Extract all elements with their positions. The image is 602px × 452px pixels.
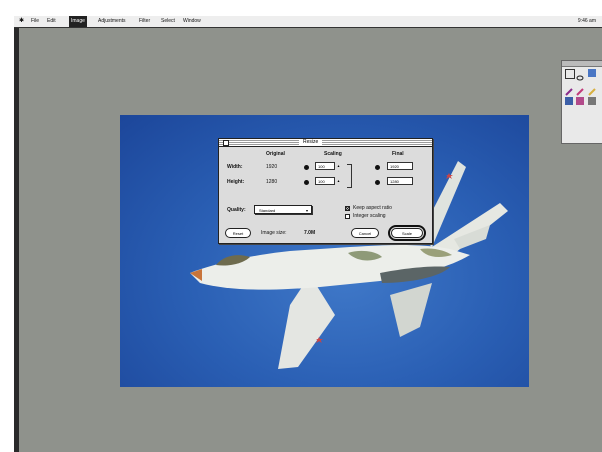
triangle-down-icon: ▾ — [305, 208, 308, 213]
width-final-field[interactable]: 1920 — [387, 162, 413, 170]
height-final-field[interactable]: 1280 — [387, 177, 413, 185]
menu-bar: ✱ File Edit Image Adjustments Filter Sel… — [14, 16, 602, 28]
link-icon[interactable] — [347, 164, 352, 188]
menu-window[interactable]: Window — [183, 16, 201, 27]
apple-menu-icon[interactable]: ✱ — [19, 16, 24, 27]
menu-edit[interactable]: Edit — [47, 16, 56, 27]
integer-scaling-label: Integer scaling — [353, 213, 386, 219]
gradient-tool-icon[interactable] — [576, 97, 584, 105]
width-original: 1920 — [266, 164, 278, 170]
image-size-value: 7.0M — [304, 230, 316, 236]
tool-palette-titlebar[interactable] — [562, 61, 602, 67]
marquee-tool-icon[interactable] — [565, 69, 575, 79]
integer-scaling-checkbox[interactable] — [345, 214, 350, 219]
image-size-label: Image size: — [261, 230, 287, 236]
brush-tool-icon[interactable] — [565, 83, 573, 96]
menu-file[interactable]: File — [31, 16, 39, 27]
tail-plane — [390, 283, 432, 337]
tool-palette — [561, 60, 602, 144]
height-arrow-icon — [375, 180, 380, 185]
quality-value: Standard — [259, 208, 276, 213]
height-label: Height: — [227, 179, 245, 185]
dialog-titlebar[interactable]: Resize — [219, 139, 432, 147]
quality-label: Quality: — [227, 207, 246, 213]
header-original: Original — [266, 151, 285, 157]
scale-button[interactable]: Scale — [388, 225, 426, 241]
eyedropper-tool-icon[interactable] — [588, 83, 596, 96]
keep-aspect-checkbox[interactable] — [345, 206, 350, 211]
height-arrow-icon — [304, 180, 309, 185]
quality-popup[interactable]: Standard ▾ — [254, 205, 312, 214]
menu-filter[interactable]: Filter — [139, 16, 150, 27]
close-box-icon[interactable] — [223, 140, 229, 146]
reset-button[interactable]: Reset — [225, 228, 251, 238]
pencil-tool-icon[interactable] — [576, 83, 584, 96]
lasso-tool-icon[interactable] — [576, 69, 584, 81]
header-scaling: Scaling — [324, 151, 342, 157]
width-label: Width: — [227, 164, 243, 170]
cancel-button[interactable]: Cancel — [351, 228, 379, 238]
menu-select[interactable]: Select — [161, 16, 175, 27]
fill-tool-icon[interactable] — [565, 97, 573, 105]
height-scaling-field[interactable]: 100 — [315, 177, 335, 185]
menu-adjustments[interactable]: Adjustments — [98, 16, 126, 27]
eraser-tool-icon[interactable] — [588, 97, 596, 105]
main-wing — [278, 275, 335, 369]
window-edge — [14, 28, 19, 452]
width-scaling-stepper-icon[interactable]: ▴ — [336, 163, 341, 168]
header-final: Final — [392, 151, 404, 157]
desktop: ✱ File Edit Image Adjustments Filter Sel… — [14, 16, 602, 452]
menu-clock: 9:46 am — [577, 18, 596, 24]
width-arrow-icon — [375, 165, 380, 170]
height-original: 1280 — [266, 179, 278, 185]
wand-tool-icon[interactable] — [588, 69, 596, 77]
width-scaling-field[interactable]: 100 — [315, 162, 335, 170]
dialog-title: Resize — [299, 139, 323, 146]
menu-image[interactable]: Image — [69, 16, 87, 27]
height-scaling-stepper-icon[interactable]: ▴ — [336, 178, 341, 183]
keep-aspect-label: Keep aspect ratio — [353, 205, 392, 211]
resize-dialog: Resize Original Scaling Final Width: 192… — [218, 138, 433, 244]
width-arrow-icon — [304, 165, 309, 170]
